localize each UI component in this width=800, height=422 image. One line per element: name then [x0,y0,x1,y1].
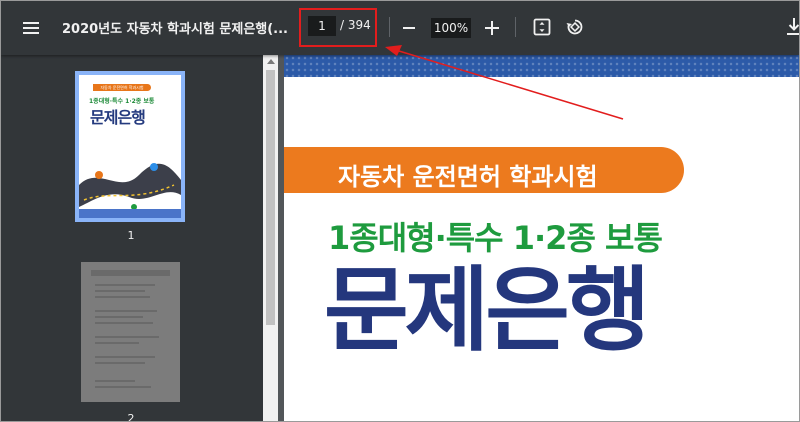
page-subtitle: 1종대형·특수 1·2종 보통 [328,219,663,257]
rotate-icon[interactable] [565,17,585,37]
page-indicator-highlight [299,8,377,47]
page-header-pattern [284,55,799,77]
pdf-viewer-window: 2020년도 자동차 학과시험 문제은행(... / 394 100% 자 [0,0,800,422]
sidebar-scrollbar[interactable] [263,55,278,421]
thumbnail-banner: 자동차 운전면허 학과시험 [93,84,151,91]
scroll-up-arrow-icon[interactable] [267,59,275,64]
thumbnail-2-label: 2 [127,412,135,422]
scrollbar-thumb[interactable] [266,70,275,325]
plus-icon[interactable] [485,21,499,35]
page-thumbnail-1[interactable]: 자동차 운전면허 학과시험 1종대형·특수 1·2종 보통 문제은행 [75,71,185,222]
toolbar: 2020년도 자동차 학과시험 문제은행(... / 394 100% [1,1,799,55]
toolbar-divider [389,17,390,37]
hamburger-menu-icon[interactable] [19,16,43,40]
download-icon[interactable] [785,17,800,37]
document-page: 자동차 운전면허 학과시험 1종대형·특수 1·2종 보통 문제은행 [284,55,799,421]
thumbnail-sidebar: 자동차 운전면허 학과시험 1종대형·특수 1·2종 보통 문제은행 1 2 [1,55,263,422]
minus-icon[interactable] [403,27,415,29]
page-thumbnail-2[interactable] [81,262,180,402]
toolbar-divider [515,17,516,37]
road-illustration [79,145,181,218]
thumbnail-2-content [91,270,170,388]
thumbnail-title: 문제은행 [90,108,146,127]
document-title: 2020년도 자동차 학과시험 문제은행(... [62,22,288,37]
page-banner-text: 자동차 운전면허 학과시험 [338,163,598,191]
zoom-level[interactable]: 100% [431,18,471,38]
fit-to-page-icon[interactable] [533,18,551,36]
page-main-title: 문제은행 [324,257,651,364]
document-viewer[interactable]: 자동차 운전면허 학과시험 1종대형·특수 1·2종 보통 문제은행 [278,55,799,421]
thumbnail-1-label: 1 [127,229,135,242]
